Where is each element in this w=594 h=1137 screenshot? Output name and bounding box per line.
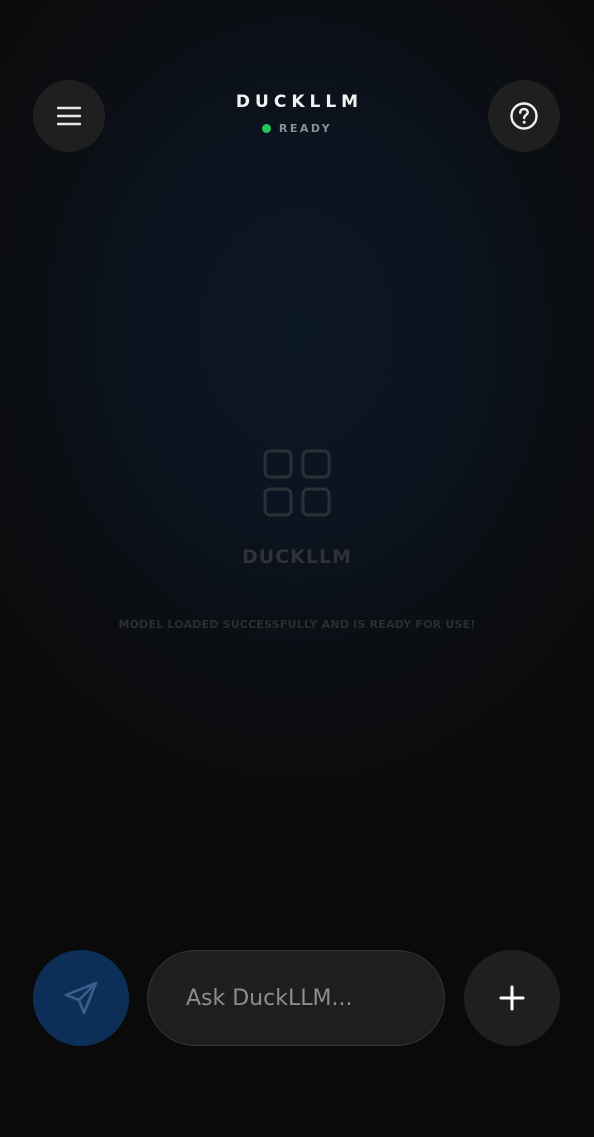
empty-state: DUCKLLM MODEL LOADED SUCCESSFULLY AND IS… [0, 448, 594, 631]
send-button[interactable] [33, 950, 129, 1046]
app-title: DUCKLLM [235, 92, 364, 112]
grid-icon [263, 449, 331, 517]
empty-state-title: DUCKLLM [242, 546, 352, 568]
status-text: READY [278, 122, 333, 135]
help-button[interactable] [488, 80, 560, 152]
message-input-container[interactable] [147, 950, 445, 1046]
message-input[interactable] [184, 984, 428, 1012]
add-button[interactable] [464, 950, 560, 1046]
help-circle-icon [510, 102, 538, 130]
plus-icon [499, 985, 525, 1011]
send-icon [64, 981, 98, 1015]
status-dot [261, 124, 271, 133]
empty-state-message: MODEL LOADED SUCCESSFULLY AND IS READY F… [118, 618, 476, 631]
